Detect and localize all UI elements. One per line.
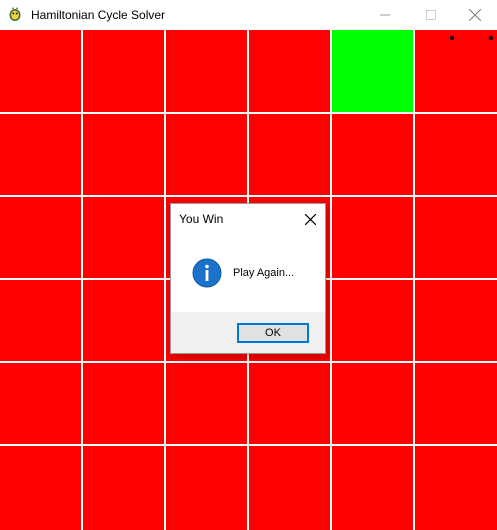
- grid-cell[interactable]: [332, 114, 413, 195]
- marker-dot: [489, 36, 493, 40]
- maximize-button[interactable]: [408, 0, 454, 30]
- dialog-close-button[interactable]: [301, 210, 319, 228]
- grid-cell[interactable]: [166, 30, 247, 112]
- grid-cell[interactable]: [249, 363, 330, 444]
- grid-cell[interactable]: [0, 114, 81, 195]
- close-icon: [304, 213, 316, 225]
- grid-cell[interactable]: [0, 446, 81, 530]
- grid-cell[interactable]: [415, 363, 497, 444]
- ok-button[interactable]: OK: [237, 323, 309, 343]
- grid-cell[interactable]: [166, 363, 247, 444]
- grid-cell[interactable]: [83, 114, 164, 195]
- grid-cell[interactable]: [415, 197, 497, 278]
- grid-cell[interactable]: [166, 114, 247, 195]
- grid-cell[interactable]: [332, 197, 413, 278]
- minimize-icon: [380, 14, 390, 16]
- grid-cell[interactable]: [0, 363, 81, 444]
- close-icon: [469, 9, 481, 21]
- grid-cell[interactable]: [415, 30, 497, 112]
- dialog-message: Play Again...: [233, 267, 295, 279]
- maximize-icon: [426, 10, 436, 20]
- dialog-footer: OK: [171, 312, 325, 353]
- grid-cell[interactable]: [415, 280, 497, 361]
- grid-cell[interactable]: [83, 280, 164, 361]
- you-win-dialog: You Win Play Again... OK: [170, 203, 326, 354]
- pygame-snake-icon: [9, 7, 21, 21]
- grid-cell[interactable]: [332, 30, 413, 112]
- window-close-button[interactable]: [452, 0, 497, 30]
- title-bar: Hamiltonian Cycle Solver: [0, 0, 497, 30]
- grid-cell[interactable]: [83, 363, 164, 444]
- grid-cell[interactable]: [83, 30, 164, 112]
- grid-cell[interactable]: [332, 363, 413, 444]
- grid-cell[interactable]: [415, 446, 497, 530]
- minimize-button[interactable]: [362, 0, 408, 30]
- window-title: Hamiltonian Cycle Solver: [31, 8, 166, 22]
- grid-cell[interactable]: [332, 280, 413, 361]
- grid-cell[interactable]: [415, 114, 497, 195]
- grid-cell[interactable]: [249, 446, 330, 530]
- grid-cell[interactable]: [249, 114, 330, 195]
- grid-cell[interactable]: [166, 446, 247, 530]
- dialog-title: You Win: [179, 212, 224, 226]
- marker-dot: [450, 36, 454, 40]
- grid-cell[interactable]: [0, 30, 81, 112]
- grid-cell[interactable]: [332, 446, 413, 530]
- grid-cell[interactable]: [0, 280, 81, 361]
- grid-cell[interactable]: [83, 446, 164, 530]
- info-icon: [192, 258, 222, 288]
- grid-cell[interactable]: [0, 197, 81, 278]
- grid-cell[interactable]: [249, 30, 330, 112]
- grid-cell[interactable]: [83, 197, 164, 278]
